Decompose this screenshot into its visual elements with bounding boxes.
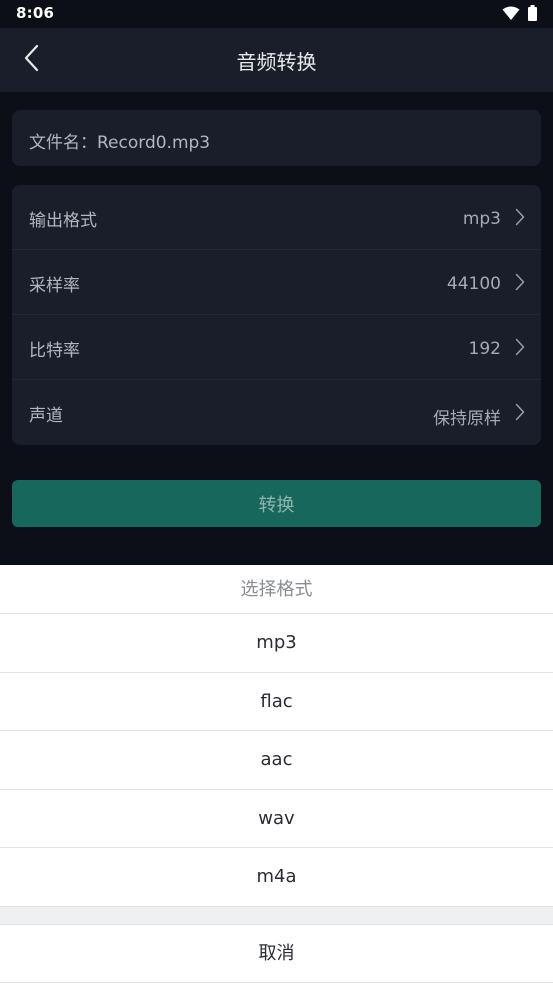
format-option-mp3[interactable]: mp3 (0, 614, 553, 673)
setting-label: 输出格式 (29, 211, 97, 231)
setting-row-output-format[interactable]: 输出格式 mp3 (12, 185, 541, 250)
setting-value: 保持原样 (433, 409, 501, 429)
chevron-right-icon (515, 208, 525, 230)
setting-value: 44100 (446, 274, 501, 294)
setting-row-sample-rate[interactable]: 采样率 44100 (12, 250, 541, 315)
sheet-divider (0, 906, 553, 925)
format-option-flac[interactable]: flac (0, 673, 553, 732)
status-icons (502, 5, 537, 21)
toolbar: 音频转换 (0, 28, 553, 92)
format-option-wav[interactable]: wav (0, 790, 553, 849)
settings-card: 输出格式 mp3 采样率 44100 比特率 192 声道 保持原样 (12, 185, 541, 445)
setting-value: 192 (468, 339, 501, 359)
setting-row-bit-rate[interactable]: 比特率 192 (12, 315, 541, 380)
format-picker-sheet: 选择格式 mp3 flac aac wav m4a 取消 (0, 565, 553, 984)
setting-label: 比特率 (29, 341, 80, 361)
chevron-right-icon (515, 403, 525, 425)
wifi-icon (502, 6, 520, 21)
format-option-aac[interactable]: aac (0, 731, 553, 790)
page-title: 音频转换 (236, 50, 317, 74)
format-option-m4a[interactable]: m4a (0, 848, 553, 907)
main-content: 文件名：Record0.mp3 输出格式 mp3 采样率 44100 比特率 1… (0, 92, 553, 565)
setting-label: 声道 (29, 406, 63, 426)
setting-label: 采样率 (29, 276, 80, 296)
setting-value: mp3 (462, 209, 501, 229)
chevron-right-icon (515, 338, 525, 360)
status-time: 8:06 (16, 4, 55, 22)
file-card: 文件名：Record0.mp3 (12, 110, 541, 166)
cancel-button[interactable]: 取消 (0, 925, 553, 983)
convert-button[interactable]: 转换 (12, 480, 541, 527)
chevron-right-icon (515, 273, 525, 295)
setting-row-channel[interactable]: 声道 保持原样 (12, 380, 541, 445)
battery-icon (528, 5, 537, 21)
file-name: 文件名：Record0.mp3 (29, 133, 211, 153)
sheet-title: 选择格式 (0, 565, 553, 614)
status-bar: 8:06 (0, 0, 553, 28)
